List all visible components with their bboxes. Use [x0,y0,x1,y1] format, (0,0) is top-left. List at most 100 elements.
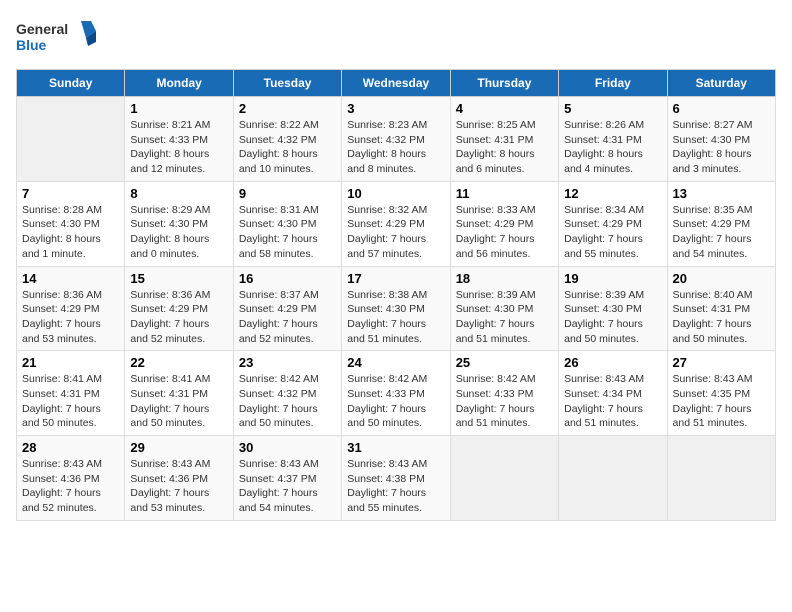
calendar-cell: 20 Sunrise: 8:40 AMSunset: 4:31 PMDayligh… [667,266,775,351]
day-info: Sunrise: 8:29 AMSunset: 4:30 PMDaylight:… [130,203,227,262]
day-number: 2 [239,101,336,116]
column-header-saturday: Saturday [667,70,775,97]
day-info: Sunrise: 8:26 AMSunset: 4:31 PMDaylight:… [564,118,661,177]
calendar-cell: 14 Sunrise: 8:36 AMSunset: 4:29 PMDayligh… [17,266,125,351]
svg-text:General: General [16,21,68,37]
day-number: 8 [130,186,227,201]
day-number: 29 [130,440,227,455]
day-info: Sunrise: 8:43 AMSunset: 4:35 PMDaylight:… [673,372,770,431]
day-number: 17 [347,271,444,286]
calendar-cell: 9 Sunrise: 8:31 AMSunset: 4:30 PMDaylight… [233,181,341,266]
day-info: Sunrise: 8:43 AMSunset: 4:38 PMDaylight:… [347,457,444,516]
column-header-friday: Friday [559,70,667,97]
day-info: Sunrise: 8:34 AMSunset: 4:29 PMDaylight:… [564,203,661,262]
day-info: Sunrise: 8:32 AMSunset: 4:29 PMDaylight:… [347,203,444,262]
calendar-cell: 12 Sunrise: 8:34 AMSunset: 4:29 PMDayligh… [559,181,667,266]
day-info: Sunrise: 8:27 AMSunset: 4:30 PMDaylight:… [673,118,770,177]
calendar-cell: 5Sunrise: 8:26 AMSunset: 4:31 PMDaylight… [559,97,667,182]
calendar-cell: 7Sunrise: 8:28 AMSunset: 4:30 PMDaylight… [17,181,125,266]
calendar-cell [667,436,775,521]
day-number: 22 [130,355,227,370]
day-info: Sunrise: 8:40 AMSunset: 4:31 PMDaylight:… [673,288,770,347]
calendar-cell: 11 Sunrise: 8:33 AMSunset: 4:29 PMDayligh… [450,181,558,266]
day-info: Sunrise: 8:39 AMSunset: 4:30 PMDaylight:… [564,288,661,347]
day-info: Sunrise: 8:38 AMSunset: 4:30 PMDaylight:… [347,288,444,347]
day-number: 14 [22,271,119,286]
day-info: Sunrise: 8:43 AMSunset: 4:37 PMDaylight:… [239,457,336,516]
day-info: Sunrise: 8:21 AMSunset: 4:33 PMDaylight:… [130,118,227,177]
day-info: Sunrise: 8:25 AMSunset: 4:31 PMDaylight:… [456,118,553,177]
calendar-cell: 25 Sunrise: 8:42 AMSunset: 4:33 PMDayligh… [450,351,558,436]
day-info: Sunrise: 8:35 AMSunset: 4:29 PMDaylight:… [673,203,770,262]
calendar-cell: 23 Sunrise: 8:42 AMSunset: 4:32 PMDayligh… [233,351,341,436]
day-info: Sunrise: 8:37 AMSunset: 4:29 PMDaylight:… [239,288,336,347]
logo: General Blue [16,16,96,61]
calendar-cell: 15 Sunrise: 8:36 AMSunset: 4:29 PMDayligh… [125,266,233,351]
day-number: 19 [564,271,661,286]
day-info: Sunrise: 8:42 AMSunset: 4:32 PMDaylight:… [239,372,336,431]
day-info: Sunrise: 8:23 AMSunset: 4:32 PMDaylight:… [347,118,444,177]
calendar-cell: 16 Sunrise: 8:37 AMSunset: 4:29 PMDayligh… [233,266,341,351]
day-number: 3 [347,101,444,116]
calendar-cell: 13 Sunrise: 8:35 AMSunset: 4:29 PMDayligh… [667,181,775,266]
day-info: Sunrise: 8:31 AMSunset: 4:30 PMDaylight:… [239,203,336,262]
calendar-cell [17,97,125,182]
day-number: 15 [130,271,227,286]
calendar-cell: 29 Sunrise: 8:43 AMSunset: 4:36 PMDayligh… [125,436,233,521]
day-number: 16 [239,271,336,286]
day-number: 23 [239,355,336,370]
column-header-tuesday: Tuesday [233,70,341,97]
day-info: Sunrise: 8:33 AMSunset: 4:29 PMDaylight:… [456,203,553,262]
day-number: 12 [564,186,661,201]
day-info: Sunrise: 8:36 AMSunset: 4:29 PMDaylight:… [130,288,227,347]
day-info: Sunrise: 8:42 AMSunset: 4:33 PMDaylight:… [456,372,553,431]
day-number: 18 [456,271,553,286]
column-header-thursday: Thursday [450,70,558,97]
calendar-cell: 3 Sunrise: 8:23 AMSunset: 4:32 PMDaylight… [342,97,450,182]
calendar-cell: 18 Sunrise: 8:39 AMSunset: 4:30 PMDayligh… [450,266,558,351]
day-info: Sunrise: 8:43 AMSunset: 4:36 PMDaylight:… [130,457,227,516]
column-header-wednesday: Wednesday [342,70,450,97]
calendar-cell: 17 Sunrise: 8:38 AMSunset: 4:30 PMDayligh… [342,266,450,351]
calendar-cell: 27 Sunrise: 8:43 AMSunset: 4:35 PMDayligh… [667,351,775,436]
day-info: Sunrise: 8:41 AMSunset: 4:31 PMDaylight:… [22,372,119,431]
day-number: 28 [22,440,119,455]
day-number: 13 [673,186,770,201]
calendar-cell: 24 Sunrise: 8:42 AMSunset: 4:33 PMDayligh… [342,351,450,436]
day-number: 11 [456,186,553,201]
day-number: 25 [456,355,553,370]
day-number: 24 [347,355,444,370]
day-info: Sunrise: 8:39 AMSunset: 4:30 PMDaylight:… [456,288,553,347]
calendar-cell: 21 Sunrise: 8:41 AMSunset: 4:31 PMDayligh… [17,351,125,436]
day-info: Sunrise: 8:42 AMSunset: 4:33 PMDaylight:… [347,372,444,431]
day-info: Sunrise: 8:36 AMSunset: 4:29 PMDaylight:… [22,288,119,347]
day-info: Sunrise: 8:41 AMSunset: 4:31 PMDaylight:… [130,372,227,431]
calendar-cell: 6 Sunrise: 8:27 AMSunset: 4:30 PMDaylight… [667,97,775,182]
calendar-cell: 10Sunrise: 8:32 AMSunset: 4:29 PMDayligh… [342,181,450,266]
day-number: 1 [130,101,227,116]
day-number: 6 [673,101,770,116]
calendar-cell: 4 Sunrise: 8:25 AMSunset: 4:31 PMDaylight… [450,97,558,182]
day-info: Sunrise: 8:22 AMSunset: 4:32 PMDaylight:… [239,118,336,177]
calendar-cell: 2 Sunrise: 8:22 AMSunset: 4:32 PMDaylight… [233,97,341,182]
day-info: Sunrise: 8:28 AMSunset: 4:30 PMDaylight:… [22,203,119,262]
calendar-cell: 26 Sunrise: 8:43 AMSunset: 4:34 PMDayligh… [559,351,667,436]
day-number: 20 [673,271,770,286]
column-header-sunday: Sunday [17,70,125,97]
calendar-cell: 31 Sunrise: 8:43 AMSunset: 4:38 PMDayligh… [342,436,450,521]
calendar-cell [450,436,558,521]
calendar-cell: 30Sunrise: 8:43 AMSunset: 4:37 PMDayligh… [233,436,341,521]
calendar-cell: 1 Sunrise: 8:21 AMSunset: 4:33 PMDaylight… [125,97,233,182]
day-number: 9 [239,186,336,201]
calendar-cell: 22 Sunrise: 8:41 AMSunset: 4:31 PMDayligh… [125,351,233,436]
day-number: 31 [347,440,444,455]
calendar-table: SundayMondayTuesdayWednesdayThursdayFrid… [16,69,776,521]
day-info: Sunrise: 8:43 AMSunset: 4:34 PMDaylight:… [564,372,661,431]
logo-image: General Blue [16,16,96,61]
day-number: 27 [673,355,770,370]
day-number: 26 [564,355,661,370]
day-number: 4 [456,101,553,116]
day-number: 21 [22,355,119,370]
svg-text:Blue: Blue [16,37,47,53]
calendar-cell: 8 Sunrise: 8:29 AMSunset: 4:30 PMDaylight… [125,181,233,266]
